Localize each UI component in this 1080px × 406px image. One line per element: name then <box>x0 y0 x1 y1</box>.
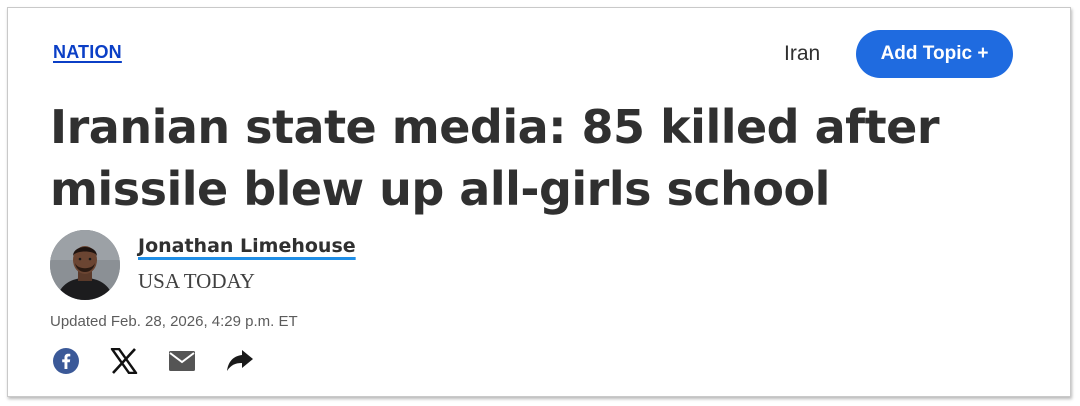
share-arrow-icon[interactable] <box>225 346 255 376</box>
section-link-nation[interactable]: NATION <box>53 42 122 63</box>
email-icon[interactable] <box>167 346 197 376</box>
article-header-card: NATION Iran Add Topic + Iranian state me… <box>7 7 1071 397</box>
author-name-link[interactable]: Jonathan Limehouse <box>138 235 356 257</box>
topic-link-iran[interactable]: Iran <box>784 42 820 66</box>
updated-timestamp: Updated Feb. 28, 2026, 4:29 p.m. ET <box>50 313 298 330</box>
author-photo <box>50 230 120 300</box>
facebook-icon[interactable] <box>51 346 81 376</box>
author-avatar[interactable] <box>50 230 120 300</box>
headline-line-1: Iranian state media: 85 killed after <box>50 100 940 154</box>
add-topic-button[interactable]: Add Topic + <box>856 30 1013 78</box>
x-icon[interactable] <box>109 346 139 376</box>
author-organization: USA TODAY <box>138 269 255 293</box>
headline-line-2: missile blew up all-girls school <box>50 162 830 216</box>
article-headline: Iranian state media: 85 killed after mis… <box>50 96 1050 220</box>
